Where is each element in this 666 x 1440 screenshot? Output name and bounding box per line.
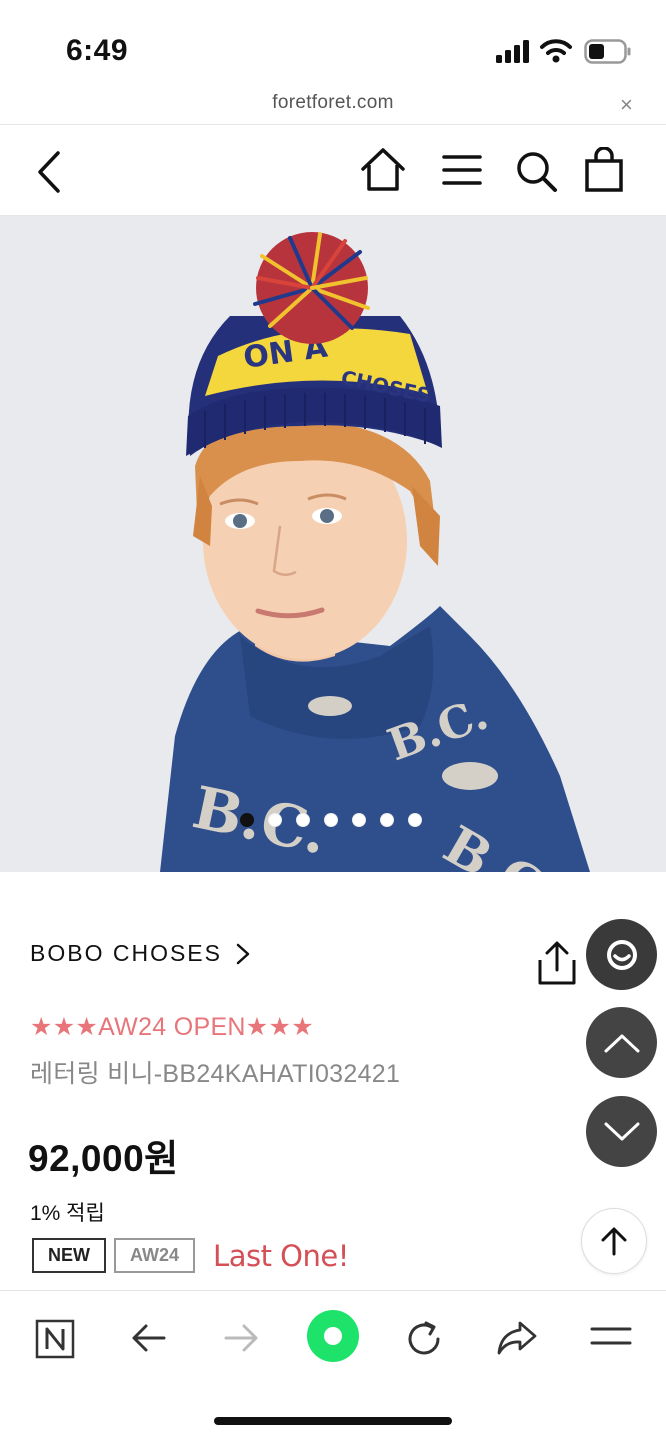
- forward-arrow-icon[interactable]: [222, 1319, 260, 1357]
- badge-new: NEW: [32, 1238, 106, 1273]
- badge-season: AW24: [114, 1238, 196, 1273]
- site-header: [0, 124, 666, 216]
- browser-menu-icon[interactable]: [590, 1325, 632, 1349]
- carousel-dot[interactable]: [352, 813, 366, 827]
- product-name: 레터링 비니-BB24KAHATI032421: [30, 1060, 401, 1088]
- wifi-icon: [540, 39, 572, 63]
- chevron-right-icon: [236, 943, 250, 964]
- chat-icon: [606, 939, 637, 970]
- url-bar[interactable]: foretforet.com ×: [0, 88, 666, 124]
- green-dot-icon[interactable]: [306, 1309, 360, 1363]
- reload-icon[interactable]: [404, 1319, 444, 1359]
- product-photo: B.C. B.C. B.C ON A CHOSES: [0, 216, 666, 872]
- promo-text: ★★★AW24 OPEN★★★: [30, 1013, 314, 1041]
- search-icon[interactable]: [514, 149, 560, 195]
- cart-icon[interactable]: [584, 147, 624, 193]
- status-bar: 6:49: [0, 0, 666, 88]
- brand-link[interactable]: BOBO CHOSES: [30, 940, 250, 967]
- browser-toolbar: [0, 1290, 666, 1440]
- product-badges: NEW AW24 Last One!: [32, 1238, 349, 1273]
- scroll-up-icon: [604, 1034, 639, 1052]
- home-icon[interactable]: [359, 147, 407, 193]
- product-price: 92,000원: [28, 1138, 179, 1179]
- url-text[interactable]: foretforet.com: [0, 92, 666, 114]
- share-arrow-icon[interactable]: [496, 1319, 538, 1357]
- scroll-down-button[interactable]: [586, 1096, 657, 1167]
- status-time: 6:49: [66, 34, 129, 67]
- close-icon[interactable]: ×: [620, 92, 633, 118]
- carousel-dot[interactable]: [268, 813, 282, 827]
- brand-name[interactable]: BOBO CHOSES: [30, 940, 222, 967]
- points-text: 1% 적립: [30, 1202, 105, 1225]
- carousel-indicator[interactable]: [240, 813, 422, 827]
- menu-icon[interactable]: [442, 153, 482, 187]
- scroll-down-icon: [604, 1122, 639, 1140]
- to-top-icon: [601, 1227, 627, 1256]
- carousel-dot[interactable]: [324, 813, 338, 827]
- battery-icon: [584, 39, 631, 64]
- naver-icon[interactable]: [35, 1319, 75, 1359]
- chat-button[interactable]: [586, 919, 657, 990]
- back-icon[interactable]: [34, 149, 64, 195]
- last-one-tag: Last One!: [213, 1238, 349, 1273]
- back-arrow-icon[interactable]: [130, 1319, 168, 1357]
- scroll-up-button[interactable]: [586, 1007, 657, 1078]
- to-top-button[interactable]: [581, 1208, 647, 1274]
- share-icon[interactable]: [534, 940, 580, 986]
- carousel-dot[interactable]: [380, 813, 394, 827]
- product-image-carousel[interactable]: B.C. B.C. B.C ON A CHOSES: [0, 216, 666, 872]
- carousel-dot[interactable]: [240, 813, 254, 827]
- carousel-dot[interactable]: [408, 813, 422, 827]
- carousel-dot[interactable]: [296, 813, 310, 827]
- signal-icon: [496, 40, 529, 63]
- home-indicator: [214, 1417, 452, 1425]
